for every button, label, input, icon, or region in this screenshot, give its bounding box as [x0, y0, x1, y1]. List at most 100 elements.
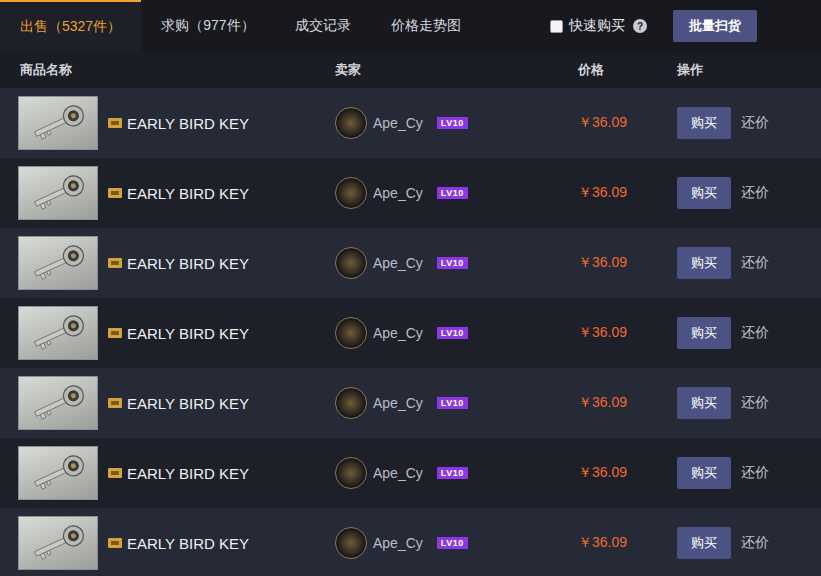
counter-offer-button[interactable]: 还价 — [741, 394, 769, 412]
key-icon — [18, 166, 98, 220]
checkbox-box[interactable] — [550, 20, 563, 33]
column-label: 卖家 — [335, 61, 361, 79]
key-icon — [18, 376, 98, 430]
action-cell: 购买还价 — [677, 107, 821, 139]
price: ￥36.09 — [578, 184, 627, 202]
rarity-icon — [108, 398, 122, 408]
avatar-icon[interactable] — [335, 387, 367, 419]
column-header: 卖家 — [335, 61, 578, 79]
key-icon — [18, 446, 98, 500]
avatar-icon[interactable] — [335, 247, 367, 279]
seller-cell: Ape_Cy LV10 — [335, 387, 578, 419]
buy-button[interactable]: 购买 — [677, 107, 731, 139]
table-row[interactable]: EARLY BIRD KEY Ape_CyLV10￥36.09 购买还价 — [0, 298, 821, 368]
key-icon — [18, 96, 98, 150]
action-cell: 购买还价 — [677, 387, 821, 419]
counter-offer-button[interactable]: 还价 — [741, 184, 769, 202]
buy-button[interactable]: 购买 — [677, 387, 731, 419]
quick-buy-label[interactable]: 快速购买 — [569, 17, 625, 35]
seller-name[interactable]: Ape_Cy — [373, 115, 423, 131]
avatar-icon[interactable] — [335, 107, 367, 139]
seller-name[interactable]: Ape_Cy — [373, 185, 423, 201]
price: ￥36.09 — [578, 394, 627, 412]
table-row[interactable]: EARLY BIRD KEY Ape_Cy LV10 ￥36.09购买还价 — [0, 508, 821, 576]
seller-cell: Ape_CyLV10 — [335, 107, 578, 139]
buy-button[interactable]: 购买 — [677, 457, 731, 489]
level-badge: LV10 — [437, 187, 468, 199]
counter-offer-button[interactable]: 还价 — [741, 254, 769, 272]
avatar-icon[interactable] — [335, 177, 367, 209]
price-cell: ￥36.09 — [578, 534, 677, 552]
level-badge: LV10 — [437, 397, 468, 409]
item-name[interactable]: EARLY BIRD KEY — [127, 255, 249, 272]
rarity-icon — [108, 328, 122, 338]
seller-name[interactable]: Ape_Cy — [373, 325, 423, 341]
action-cell: 购买还价 — [677, 527, 821, 559]
tab[interactable]: 价格走势图 — [371, 0, 481, 52]
action-cell: 购买还价 — [677, 247, 821, 279]
price-cell: ￥36.09 — [578, 114, 677, 132]
action-cell: 购买还价 — [677, 317, 821, 349]
rarity-icon — [108, 188, 122, 198]
action-cell: 购买还价 — [677, 177, 821, 209]
column-header: 价格 — [578, 61, 677, 79]
level-badge: LV10 — [437, 467, 468, 479]
table-row[interactable]: EARLY BIRD KEY Ape_Cy LV10 ￥36.09 购买还价 — [0, 438, 821, 508]
price-cell: ￥36.09 — [578, 184, 677, 202]
key-icon — [18, 306, 98, 360]
item-name[interactable]: EARLY BIRD KEY — [127, 325, 249, 342]
buy-button[interactable]: 购买 — [677, 527, 731, 559]
price: ￥36.09 — [578, 114, 627, 132]
column-label: 操作 — [677, 61, 703, 79]
seller-name[interactable]: Ape_Cy — [373, 465, 423, 481]
counter-offer-button[interactable]: 还价 — [741, 464, 769, 482]
level-badge: LV10 — [437, 537, 468, 549]
counter-offer-button[interactable]: 还价 — [741, 534, 769, 552]
key-icon — [18, 236, 98, 290]
price-cell: ￥36.09 — [578, 464, 677, 482]
rarity-icon — [108, 118, 122, 128]
quick-buy-checkbox[interactable]: 快速购买 — [550, 17, 625, 35]
tab[interactable]: 求购（977件） — [141, 0, 274, 52]
buy-button[interactable]: 购买 — [677, 177, 731, 209]
seller-cell: Ape_Cy LV10 — [335, 527, 578, 559]
rarity-icon — [108, 468, 122, 478]
avatar-icon[interactable] — [335, 527, 367, 559]
item-name[interactable]: EARLY BIRD KEY — [127, 395, 249, 412]
seller-cell: Ape_CyLV10 — [335, 247, 578, 279]
seller-name[interactable]: Ape_Cy — [373, 255, 423, 271]
tab[interactable]: 成交记录 — [275, 0, 371, 52]
table-row[interactable]: EARLY BIRD KEY Ape_CyLV10￥36.09购买还价 — [0, 228, 821, 298]
seller-cell: Ape_CyLV10 — [335, 317, 578, 349]
avatar-icon[interactable] — [335, 317, 367, 349]
price: ￥36.09 — [578, 324, 627, 342]
item-name[interactable]: EARLY BIRD KEY — [127, 185, 249, 202]
item-cell: EARLY BIRD KEY — [0, 446, 335, 500]
key-icon — [18, 516, 98, 570]
item-name[interactable]: EARLY BIRD KEY — [127, 465, 249, 482]
item-name[interactable]: EARLY BIRD KEY — [127, 115, 249, 132]
column-label: 商品名称 — [20, 61, 72, 79]
counter-offer-button[interactable]: 还价 — [741, 324, 769, 342]
buy-button[interactable]: 购买 — [677, 247, 731, 279]
table-row[interactable]: EARLY BIRD KEY Ape_Cy LV10 ￥36.09 购买还价 — [0, 158, 821, 228]
batch-buy-button[interactable]: 批量扫货 — [673, 10, 757, 42]
seller-cell: Ape_Cy LV10 — [335, 457, 578, 489]
table-row[interactable]: EARLY BIRD KEY Ape_CyLV10￥36.09 购买还价 — [0, 88, 821, 158]
item-cell: EARLY BIRD KEY — [0, 96, 335, 150]
item-name[interactable]: EARLY BIRD KEY — [127, 535, 249, 552]
seller-name[interactable]: Ape_Cy — [373, 535, 423, 551]
seller-name[interactable]: Ape_Cy — [373, 395, 423, 411]
price: ￥36.09 — [578, 464, 627, 482]
counter-offer-button[interactable]: 还价 — [741, 114, 769, 132]
column-label: 价格 — [578, 61, 604, 79]
toolbar: 快速购买? 批量扫货 — [550, 0, 821, 52]
tab[interactable]: 出售（5327件） — [0, 0, 141, 52]
price-cell: ￥36.09 — [578, 254, 677, 272]
buy-button[interactable]: 购买 — [677, 317, 731, 349]
item-cell: EARLY BIRD KEY — [0, 376, 335, 430]
table-row[interactable]: EARLY BIRD KEY Ape_Cy LV10 ￥36.09 购买还价 — [0, 368, 821, 438]
avatar-icon[interactable] — [335, 457, 367, 489]
column-header: 操作 — [677, 61, 821, 79]
help-icon[interactable]: ? — [633, 19, 647, 33]
